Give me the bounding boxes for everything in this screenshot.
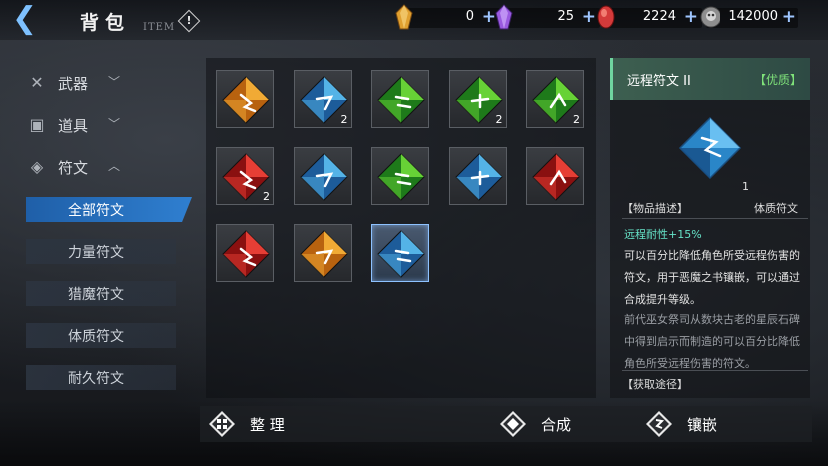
slot-count: 2	[263, 190, 270, 203]
combine-diamond-icon	[500, 411, 526, 437]
page-title: 背包	[80, 12, 131, 34]
currency-amber: 0 +	[395, 4, 500, 30]
blue-rune-icon	[299, 153, 348, 201]
currency-value: 142000	[728, 9, 778, 24]
chevron-down-icon: ﹀	[108, 117, 121, 131]
chevron-down-icon: ﹀	[108, 75, 121, 89]
currency-value: 25	[557, 9, 574, 24]
item-detail-panel: 远程符文 II 【优质】 1 【物品描述】 体质符文 远程耐性+15% 可以百分…	[610, 58, 810, 398]
nav-label: 符文	[58, 159, 89, 177]
inventory-slot[interactable]: 2	[216, 147, 274, 205]
inventory-slot[interactable]: 2	[526, 70, 584, 128]
inlay-label: 镶嵌	[687, 416, 718, 434]
inventory-slot[interactable]	[216, 224, 274, 282]
nav-weapons[interactable]: ✕ 武器 ﹀	[28, 68, 178, 98]
inventory-slot[interactable]	[526, 147, 584, 205]
add-currency-button[interactable]: +	[684, 7, 698, 27]
sub-tab-label: 体质符文	[68, 329, 124, 345]
inventory-slot[interactable]	[293, 147, 352, 205]
orange-rune-icon	[222, 76, 270, 124]
add-currency-button[interactable]: +	[582, 7, 596, 27]
rune-icon: ◈	[30, 157, 44, 176]
sub-tab-strength-runes[interactable]: 力量符文	[26, 239, 176, 264]
blue-rune-icon	[454, 153, 503, 201]
green-rune-icon	[377, 76, 425, 124]
amber-crystal-icon	[395, 4, 413, 30]
sub-tab-constitution-runes[interactable]: 体质符文	[26, 323, 176, 348]
sub-tab-label: 力量符文	[68, 245, 124, 261]
item-description-label: 【物品描述】	[622, 202, 688, 215]
sub-tab-label: 全部符文	[68, 203, 124, 219]
item-type: 体质符文	[754, 202, 798, 215]
item-description: 可以百分比降低角色所受远程伤害的符文，用于恶魔之书镶嵌，可以通过合成提升等级。	[624, 249, 800, 306]
nav-label: 道具	[58, 117, 89, 135]
rune-gem-large-icon	[678, 116, 742, 180]
item-source-label: 【获取途径】	[622, 378, 688, 391]
red-rune-icon	[532, 153, 580, 201]
sort-label: 整 理	[250, 416, 285, 434]
inventory-slot[interactable]	[216, 70, 274, 128]
divider	[622, 370, 808, 371]
combine-label: 合成	[541, 416, 572, 434]
red-crystal-icon	[597, 5, 615, 29]
inventory-slot[interactable]: 2	[293, 70, 352, 128]
sub-tab-endurance-runes[interactable]: 耐久符文	[26, 365, 176, 390]
inventory-slot[interactable]	[293, 224, 352, 282]
inlay-gem-icon	[646, 411, 672, 437]
currency-purple: 25 +	[495, 4, 600, 30]
inventory-slot[interactable]	[371, 224, 429, 282]
page-subtitle: ITEM	[143, 22, 176, 33]
inventory-slot[interactable]	[371, 70, 429, 128]
add-currency-button[interactable]: +	[782, 7, 796, 27]
currency-value: 0	[465, 9, 474, 24]
green-rune-icon	[377, 153, 425, 201]
nav-items[interactable]: ▣ 道具 ﹀	[28, 110, 178, 140]
currency-coin: 142000 +	[700, 6, 798, 28]
inventory-slot[interactable]	[448, 147, 507, 205]
nav-runes[interactable]: ◈ 符文 ︿	[28, 152, 178, 182]
inventory-slot[interactable]	[371, 147, 429, 205]
item-stat: 远程耐性+15%	[624, 228, 702, 241]
sub-tab-label: 猎魔符文	[68, 287, 124, 303]
slot-count: 2	[495, 113, 503, 126]
red-rune-icon	[222, 230, 270, 278]
slot-count: 2	[340, 113, 348, 126]
currency-value: 2224	[642, 9, 676, 24]
currency-red: 2224 +	[597, 5, 702, 29]
chevron-up-icon: ︿	[108, 159, 121, 173]
orange-rune-icon	[299, 230, 348, 278]
sub-tab-hunter-runes[interactable]: 猎魔符文	[26, 281, 176, 306]
grid-sort-icon	[209, 411, 235, 437]
purple-crystal-icon	[495, 4, 513, 30]
item-lore: 前代巫女祭司从数块古老的星辰石碑中得到启示而制造的可以百分比降低角色所受远程伤害…	[624, 313, 800, 370]
skull-coin-icon	[700, 6, 720, 28]
sword-icon: ✕	[30, 73, 44, 92]
back-arrow-icon[interactable]: ❮	[12, 4, 56, 34]
sub-tab-all-runes[interactable]: 全部符文	[26, 197, 192, 222]
item-header: 远程符文 II 【优质】	[610, 58, 810, 100]
exclamation-icon: !	[186, 14, 192, 27]
blue-rune-icon	[377, 230, 425, 278]
slot-count: 2	[573, 113, 580, 126]
item-name: 远程符文 II	[627, 74, 691, 89]
item-count: 1	[742, 180, 749, 193]
divider	[622, 218, 808, 219]
inventory-slot[interactable]: 2	[448, 70, 507, 128]
nav-label: 武器	[58, 75, 89, 93]
gift-box-icon: ▣	[29, 115, 45, 134]
sub-tab-label: 耐久符文	[68, 371, 124, 387]
item-quality: 【优质】	[753, 73, 802, 87]
